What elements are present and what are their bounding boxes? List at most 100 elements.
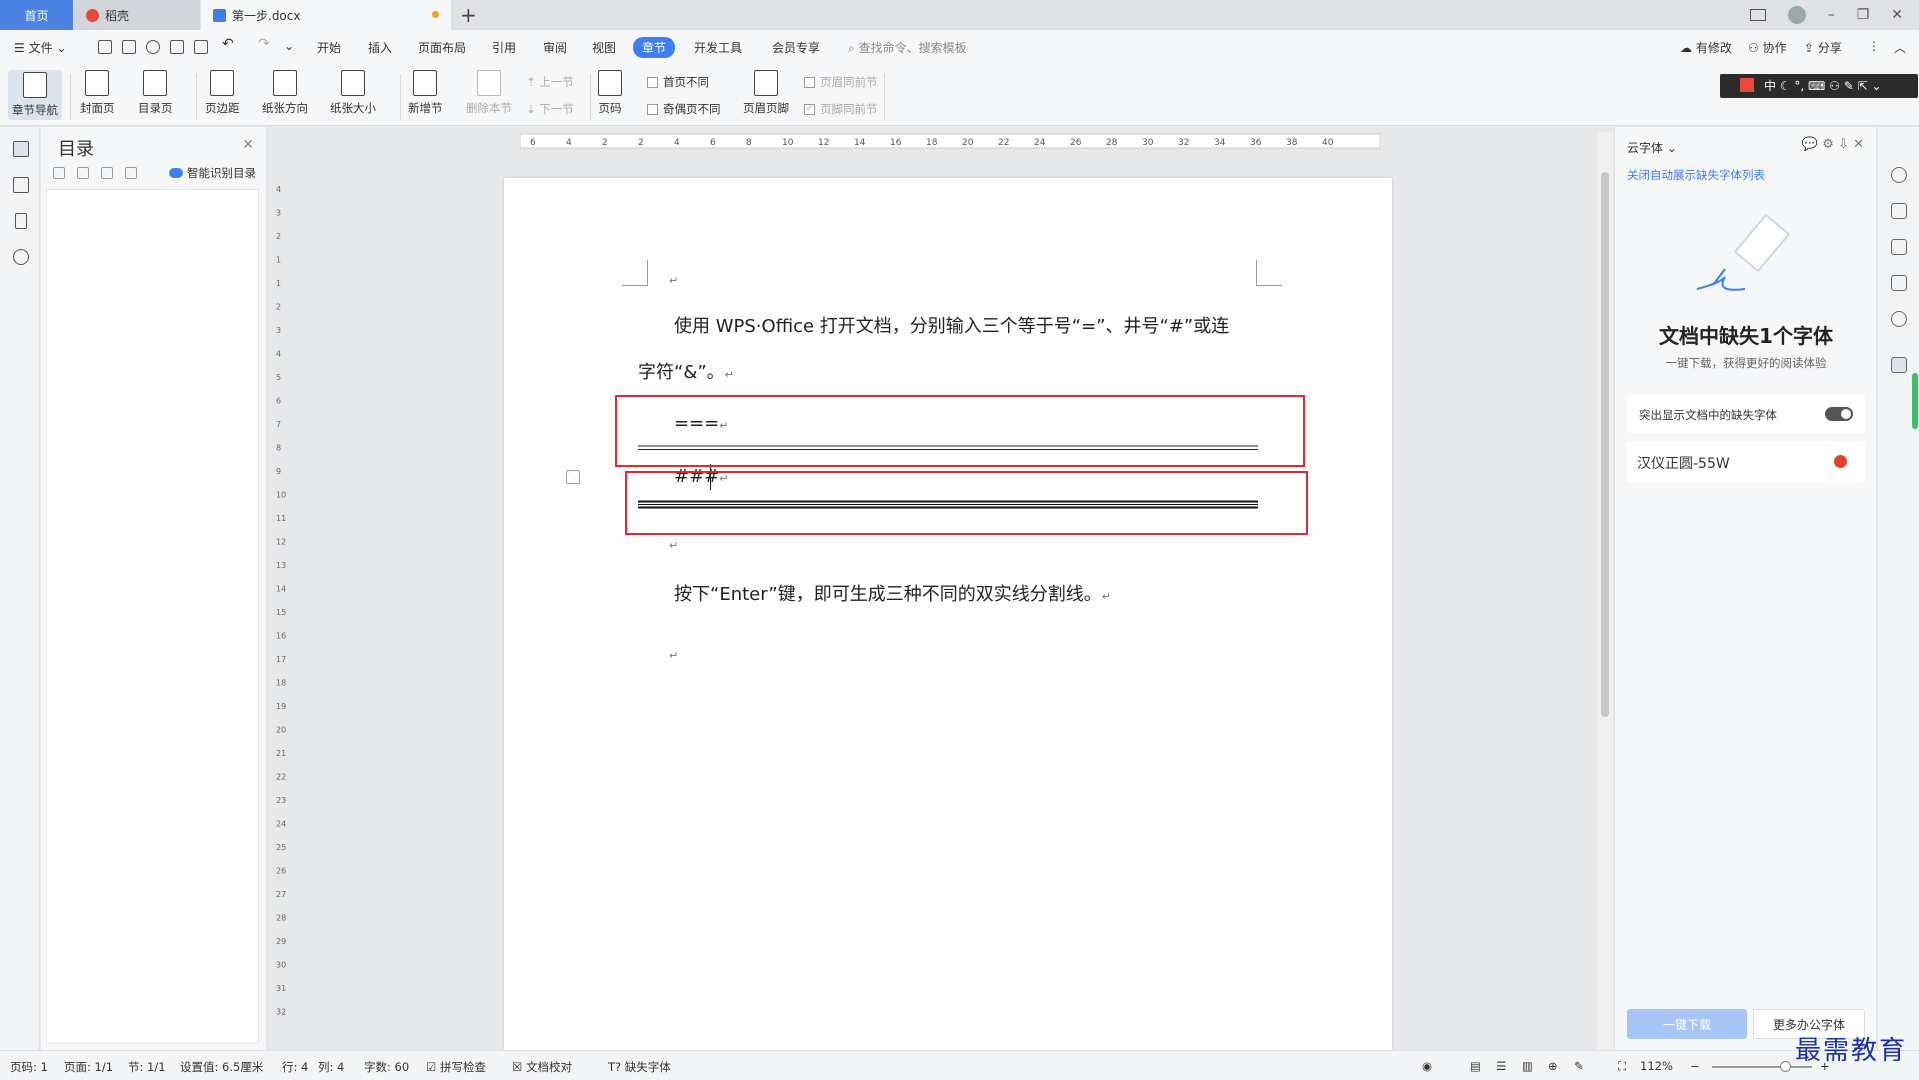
command-search[interactable]: ⌕ 查找命令、搜索模板 [848, 39, 967, 56]
tab-home[interactable]: 首页 [0, 0, 73, 30]
first-page-diff-checkbox[interactable]: 首页不同 [647, 74, 709, 90]
page-view-icon[interactable]: ▤ [1470, 1059, 1481, 1073]
status-page-num[interactable]: 页码: 1 [10, 1059, 48, 1075]
smart-toc-button[interactable]: 智能识别目录 [169, 165, 256, 181]
search-icon[interactable] [13, 249, 29, 265]
vertical-scrollbar[interactable] [1597, 132, 1613, 1050]
status-section[interactable]: 节: 1/1 [128, 1059, 166, 1075]
write-view-icon[interactable]: ✎ [1574, 1059, 1584, 1073]
print-icon[interactable] [170, 40, 184, 54]
redo-icon[interactable]: ↷ [258, 36, 270, 52]
delete-section-button[interactable]: 删除本节 [466, 70, 512, 116]
file-menu[interactable]: ☰ 文件 ⌄ [14, 39, 66, 56]
pen-icon[interactable] [1891, 203, 1907, 219]
customize-icon[interactable]: ⌄ [284, 39, 294, 53]
horizontal-ruler[interactable]: 6 4 2 2 4 6 8 10 12 14 16 18 20 22 24 26 28 30 32 34 36 38 40 [519, 132, 1381, 150]
more-icon[interactable]: ⋮ [1868, 39, 1880, 53]
proofread-button[interactable]: ☒ 文档校对 [512, 1059, 572, 1075]
menu-view[interactable]: 视图 [592, 39, 616, 56]
toc-page-button[interactable]: 目录页 [138, 70, 173, 116]
cursor-icon[interactable] [1891, 239, 1907, 255]
settings-icon[interactable]: ⚙ [1822, 137, 1834, 152]
new-tab-button[interactable]: + [460, 3, 477, 27]
menu-reference[interactable]: 引用 [492, 39, 516, 56]
page-number-button[interactable]: 页码 [598, 70, 622, 116]
missing-font-button[interactable]: T? 缺失字体 [608, 1059, 671, 1075]
remove-level-icon[interactable] [125, 167, 137, 179]
font-icon[interactable] [1891, 357, 1907, 373]
menu-chapter[interactable]: 章节 [633, 37, 676, 58]
fit-page-icon[interactable]: ⛶ [1618, 1059, 1626, 1074]
toc-tree[interactable] [46, 189, 259, 1044]
para1-line1[interactable]: 使用 WPS·Office 打开文档，分别输入三个等于号“=”、井号“#”或连 [674, 312, 1229, 338]
header-footer-button[interactable]: 页眉页脚 [743, 70, 789, 116]
odd-even-diff-checkbox[interactable]: 奇偶页不同 [647, 101, 721, 117]
avatar[interactable] [1787, 6, 1806, 24]
layout-icon[interactable] [1749, 9, 1766, 21]
vertical-ruler[interactable]: 4 3 2 1 1 2 3 4 5 6 7 8 9 10 11 12 13 14 15 16 17 18 19 20 21 22 2… [272, 150, 288, 1050]
collab-button[interactable]: ⚇ 协作 [1748, 39, 1787, 56]
bookmark-icon[interactable] [15, 213, 27, 229]
paper-size-button[interactable]: 纸张大小 [330, 70, 376, 116]
footer-same-prev-checkbox[interactable]: ✓ 页脚同前节 [804, 101, 878, 117]
zoom-slider-knob[interactable] [1780, 1061, 1791, 1072]
header-same-prev-checkbox[interactable]: 页眉同前节 [804, 74, 878, 90]
new-section-button[interactable]: 新增节 [408, 70, 443, 116]
scroll-thumb[interactable] [1601, 172, 1609, 717]
para1-line2[interactable]: 字符“&”。↵ [638, 358, 734, 384]
toc-icon[interactable] [13, 141, 29, 157]
save-icon[interactable] [122, 40, 136, 54]
status-setting[interactable]: 设置值: 6.5厘米 [180, 1059, 263, 1075]
help-icon[interactable] [1891, 311, 1907, 327]
collapse-all-icon[interactable] [53, 167, 65, 179]
pin-icon[interactable]: ⇩ [1838, 137, 1849, 152]
menu-insert[interactable]: 插入 [368, 39, 392, 56]
chapter-nav-button[interactable]: 章节导航 [8, 70, 62, 120]
new-doc-icon[interactable] [98, 40, 112, 54]
tab-document[interactable]: 第一步.docx [201, 0, 451, 30]
minimize-icon[interactable]: – [1828, 7, 1835, 23]
print-preview-icon[interactable] [194, 40, 208, 54]
web-view-icon[interactable]: ⊕ [1548, 1059, 1558, 1073]
status-pages[interactable]: 页面: 1/1 [64, 1059, 113, 1075]
move-up-icon[interactable] [77, 167, 89, 179]
changes-button[interactable]: ☁ 有修改 [1680, 39, 1732, 56]
add-level-icon[interactable] [101, 167, 113, 179]
eye-protect-icon[interactable]: ◉ [1422, 1059, 1432, 1073]
close-icon[interactable]: ✕ [1853, 137, 1864, 152]
close-icon[interactable]: ✕ [242, 137, 254, 153]
adjust-icon[interactable] [1891, 275, 1907, 291]
zoom-out-icon[interactable]: − [1690, 1059, 1700, 1073]
collapse-ribbon-icon[interactable]: ︿ [1894, 39, 1906, 56]
feedback-icon[interactable]: 💬 [1802, 137, 1818, 152]
menu-layout[interactable]: 页面布局 [418, 39, 466, 56]
ime-toolbar[interactable]: 中 ☾ °, ⌨ ⚇ ✎ ⇱ ⌄ [1720, 74, 1918, 98]
undo-icon[interactable]: ↶ [222, 36, 234, 52]
share-button[interactable]: ⇪ 分享 [1804, 39, 1842, 56]
missing-font-item[interactable]: 汉仪正圆-55W [1627, 441, 1865, 483]
menu-member[interactable]: 会员专享 [772, 39, 820, 56]
orientation-button[interactable]: 纸张方向 [262, 70, 308, 116]
format-painter-icon[interactable] [146, 40, 160, 54]
close-icon[interactable]: ✕ [1891, 7, 1903, 23]
menu-review[interactable]: 审阅 [543, 39, 567, 56]
next-section-button[interactable]: ⇣ 下一节 [526, 101, 574, 117]
cloud-icon[interactable] [1891, 167, 1907, 183]
restore-icon[interactable]: ❐ [1857, 7, 1870, 23]
menu-dev-tools[interactable]: 开发工具 [694, 39, 742, 56]
margin-button[interactable]: 页边距 [205, 70, 240, 116]
download-all-button[interactable]: 一键下载 [1627, 1009, 1747, 1039]
menu-start[interactable]: 开始 [317, 39, 341, 56]
paragraph-handle-icon[interactable] [566, 470, 580, 484]
close-auto-list-link[interactable]: 关闭自动展示缺失字体列表 [1627, 167, 1765, 183]
download-font-icon[interactable] [1834, 455, 1847, 468]
panel-header[interactable]: 云字体 ⌄ [1627, 139, 1677, 156]
read-view-icon[interactable]: ▥ [1522, 1059, 1533, 1073]
status-word-count[interactable]: 字数: 60 [364, 1059, 409, 1075]
tab-docer[interactable]: 稻壳 [74, 0, 200, 30]
spell-check-button[interactable]: ☑ 拼写检查 [426, 1059, 486, 1075]
prev-section-button[interactable]: ⇡ 上一节 [526, 74, 574, 90]
para2[interactable]: 按下“Enter”键，即可生成三种不同的双实线分割线。↵ [674, 580, 1111, 606]
chapter-icon[interactable] [13, 177, 29, 193]
highlight-toggle[interactable] [1825, 407, 1853, 421]
